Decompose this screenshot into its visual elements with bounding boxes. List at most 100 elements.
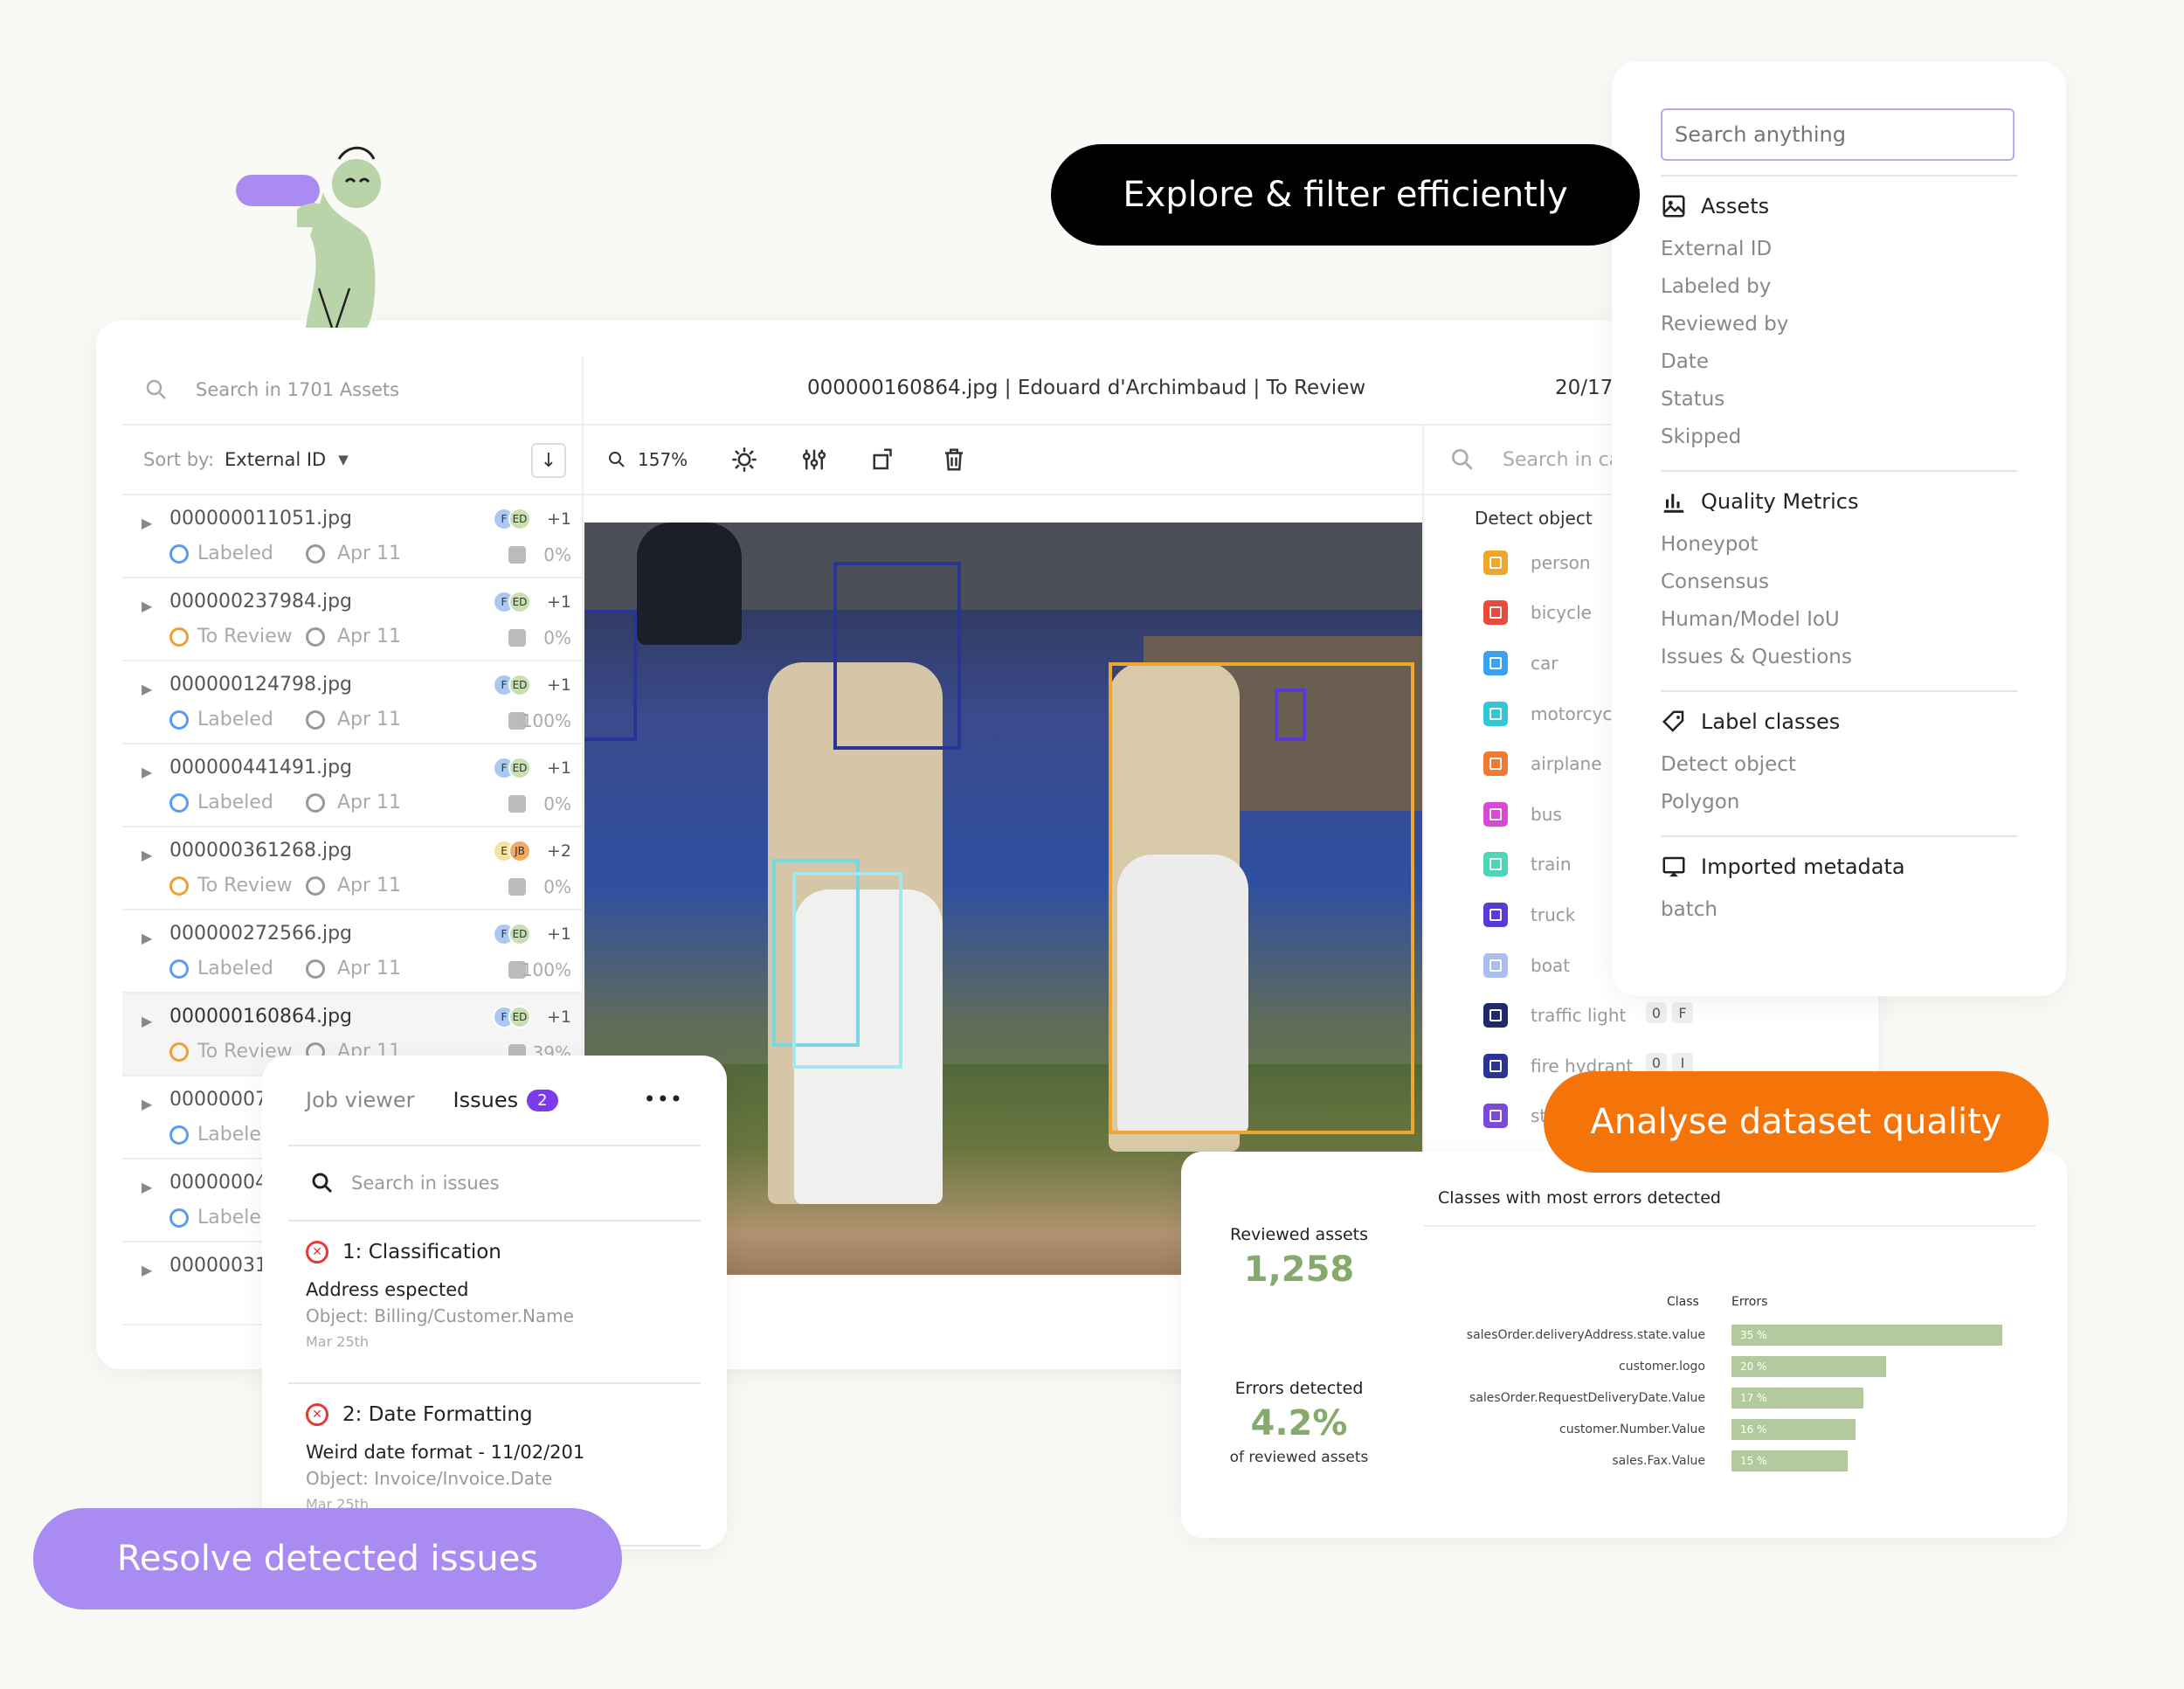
asset-status-text: To Review xyxy=(197,626,293,647)
expand-triangle-icon[interactable]: ▶ xyxy=(142,598,152,614)
filter-option[interactable]: Date xyxy=(1661,343,2017,381)
asset-status-text: Labele xyxy=(197,1124,261,1146)
filter-option[interactable]: Reviewed by xyxy=(1661,306,2017,343)
filter-option[interactable]: Labeled by xyxy=(1661,268,2017,306)
sort-select[interactable]: External ID xyxy=(225,449,326,470)
filter-option[interactable]: Polygon xyxy=(1661,784,2017,821)
asset-status-text: Labeled xyxy=(197,543,273,564)
sliders-icon xyxy=(803,449,826,470)
class-name: traffic light xyxy=(1531,1005,1627,1027)
tab-issues[interactable]: Issues xyxy=(453,1088,519,1112)
tab-job-viewer[interactable]: Job viewer xyxy=(306,1088,415,1112)
asset-filename: 000000124798.jpg xyxy=(169,674,352,696)
filter-dropdown: Assets External IDLabeled byReviewed byDa… xyxy=(1612,61,2066,996)
zoom-control[interactable]: 157% xyxy=(606,449,688,470)
class-name: airplane xyxy=(1531,753,1602,775)
issues-search[interactable]: Search in issues xyxy=(288,1146,701,1222)
consensus-score: 0% xyxy=(543,876,571,897)
chart-title: Classes with most errors detected xyxy=(1438,1188,1721,1208)
expand-triangle-icon[interactable]: ▶ xyxy=(142,930,152,946)
issues-tabs: Job viewer Issues 2 ••• xyxy=(288,1056,701,1146)
issue-item[interactable]: ✕ 1: Classification Address espected Obje… xyxy=(288,1222,701,1384)
filter-section: Imported metadata batch xyxy=(1661,835,2017,929)
filter-option[interactable]: Honeypot xyxy=(1661,526,2017,564)
bbox-car[interactable] xyxy=(584,610,637,741)
avatar: ED xyxy=(508,1006,531,1028)
clock-icon xyxy=(306,876,325,896)
asset-row[interactable]: ▶ 000000441491.jpg Labeled Apr 11 F ED +1 … xyxy=(122,744,582,827)
rotate-button[interactable] xyxy=(871,446,897,473)
bbox-bat[interactable] xyxy=(833,562,961,750)
asset-row[interactable]: ▶ 000000237984.jpg To Review Apr 11 F ED +… xyxy=(122,578,582,661)
filter-option[interactable]: Detect object xyxy=(1661,746,2017,784)
clock-icon xyxy=(306,959,325,979)
extra-labelers-count: +1 xyxy=(546,509,571,529)
asset-row[interactable]: ▶ 000000124798.jpg Labeled Apr 11 F ED +1 … xyxy=(122,661,582,744)
class-name: car xyxy=(1531,652,1559,674)
issue-object: Object: Billing/Customer.Name xyxy=(306,1305,574,1326)
filter-option[interactable]: batch xyxy=(1661,891,2017,929)
filter-option[interactable]: External ID xyxy=(1661,231,2017,268)
bbox-person-right[interactable] xyxy=(1109,662,1414,1134)
expand-triangle-icon[interactable]: ▶ xyxy=(142,1179,152,1195)
asset-filename: 00000004 xyxy=(169,1172,267,1194)
asset-row[interactable]: ▶ 000000361268.jpg To Review Apr 11 E JB +… xyxy=(122,827,582,910)
error-bar: 17 % xyxy=(1731,1388,1863,1409)
delete-button[interactable] xyxy=(941,446,967,473)
filter-section-header: Label classes xyxy=(1661,704,2017,739)
filter-section-header: Imported metadata xyxy=(1661,849,2017,884)
filter-option[interactable]: Skipped xyxy=(1661,419,2017,456)
adjust-button[interactable] xyxy=(801,446,827,473)
arrow-down-icon: ↓ xyxy=(540,449,557,472)
asset-status: To Review xyxy=(169,626,293,647)
expand-triangle-icon[interactable]: ▶ xyxy=(142,1096,152,1112)
asset-status-text: Labeled xyxy=(197,792,273,813)
labeler-avatars: E JB xyxy=(493,840,531,862)
class-name: train xyxy=(1531,854,1572,876)
asset-date: Apr 11 xyxy=(306,875,401,896)
status-icon xyxy=(169,1208,189,1228)
class-name: bicycle xyxy=(1531,602,1592,624)
expand-triangle-icon[interactable]: ▶ xyxy=(142,515,152,531)
brightness-button[interactable] xyxy=(731,446,757,473)
filter-search-input[interactable] xyxy=(1661,108,2015,161)
avatar: ED xyxy=(508,674,531,696)
filter-option[interactable]: Consensus xyxy=(1661,564,2017,601)
filter-option[interactable]: Human/Model IoU xyxy=(1661,601,2017,639)
avatar: ED xyxy=(508,591,531,613)
asset-row[interactable]: ▶ 000000272566.jpg Labeled Apr 11 F ED +1 … xyxy=(122,910,582,993)
filter-option[interactable]: Status xyxy=(1661,381,2017,419)
errors-detected-label: Errors detected xyxy=(1234,1379,1364,1398)
labeler-avatars: F ED xyxy=(493,923,531,945)
asset-row[interactable]: ▶ 000000011051.jpg Labeled Apr 11 F ED +1 … xyxy=(122,495,582,578)
zoom-icon xyxy=(609,452,625,467)
status-icon xyxy=(169,1125,189,1145)
filter-section: Quality Metrics Honeypot Consensus Human/Mo… xyxy=(1661,470,2017,676)
asset-date: Apr 11 xyxy=(306,626,401,647)
error-bar: 35 % xyxy=(1731,1325,2002,1346)
status-icon xyxy=(169,876,189,896)
class-item[interactable]: traffic light 0 F xyxy=(1424,990,1878,1041)
filter-option[interactable]: Issues & Questions xyxy=(1661,639,2017,676)
asset-status-text: Labele xyxy=(197,1207,261,1229)
asset-status: Labeled xyxy=(169,792,273,813)
image-toolbar: 157% xyxy=(584,426,1422,495)
expand-triangle-icon[interactable]: ▶ xyxy=(142,847,152,863)
expand-triangle-icon[interactable]: ▶ xyxy=(142,1262,152,1278)
asset-status-text: Labeled xyxy=(197,709,273,730)
labeler-avatars: F ED xyxy=(493,674,531,696)
caret-down-icon[interactable]: ▼ xyxy=(338,452,349,467)
asset-status: Labeled xyxy=(169,543,273,564)
bbox-small-purple[interactable] xyxy=(1275,689,1306,741)
bbox-chair-2[interactable] xyxy=(792,872,902,1069)
errors-detected-sub: of reviewed assets xyxy=(1229,1449,1369,1466)
sort-direction-button[interactable]: ↓ xyxy=(531,443,566,478)
expand-triangle-icon[interactable]: ▶ xyxy=(142,764,152,780)
expand-triangle-icon[interactable]: ▶ xyxy=(142,681,152,697)
bar-chart-icon xyxy=(1663,494,1684,513)
expand-triangle-icon[interactable]: ▶ xyxy=(142,1013,152,1029)
filter-section-title: Label classes xyxy=(1701,710,1841,734)
asset-filename: 000000361268.jpg xyxy=(169,840,352,862)
asset-search[interactable]: Search in 1701 Assets xyxy=(122,356,582,426)
more-options-icon[interactable]: ••• xyxy=(644,1087,683,1111)
